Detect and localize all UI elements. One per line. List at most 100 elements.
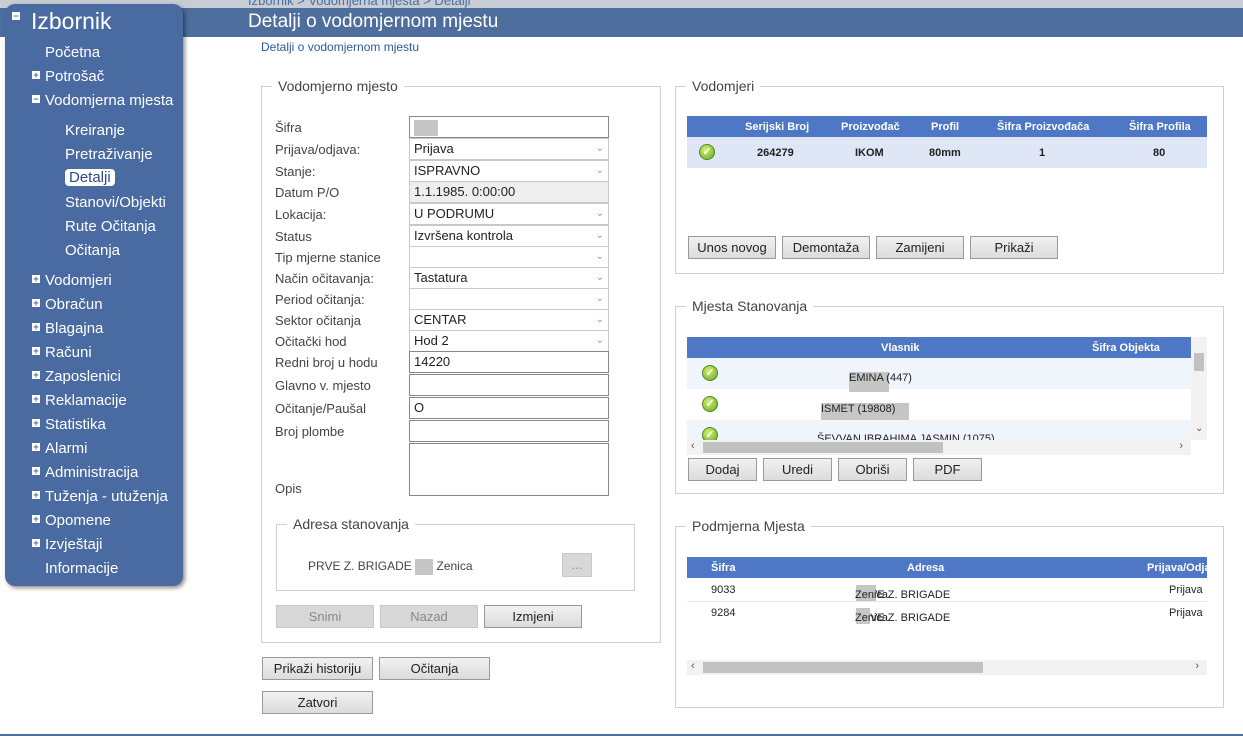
vertical-scrollbar[interactable]: ⌄ (1191, 337, 1207, 440)
pdf-button[interactable]: PDF (913, 458, 982, 481)
sidebar-item-kreiranje[interactable]: Kreiranje (65, 122, 125, 139)
form-field-13[interactable]: O (409, 397, 609, 419)
expand-icon[interactable]: + (32, 395, 40, 404)
field-value: O (414, 400, 425, 415)
form-label-4: Lokacija: (275, 207, 327, 222)
form-select-5[interactable]: Izvršena kontrola ⌄ (409, 225, 609, 247)
podmjerno-row[interactable]: 9033 PRVE Z. BRIGADE Zenica Prijava (687, 579, 1207, 602)
scroll-left-icon[interactable]: ‹ (691, 440, 695, 452)
nazad-button[interactable]: Nazad (380, 605, 478, 628)
sidebar-item-stanovi-objekti[interactable]: Stanovi/Objekti (65, 194, 166, 211)
stanovanja-grid: Vlasnik Šifra Objekta ✓ EMINA (447) ✓ ISME… (687, 337, 1207, 455)
sidebar-item-pretrazivanje[interactable]: Pretraživanje (65, 146, 153, 163)
form-field-12[interactable] (409, 374, 609, 396)
podmjerno-row[interactable]: 9284 PRVE Z. BRIGADE Zenica Prijava (687, 602, 1207, 625)
demontaza-button[interactable]: Demontaža (782, 236, 870, 259)
scroll-left-icon[interactable]: ‹ (691, 660, 695, 672)
izmjeni-button[interactable]: Izmjeni (484, 605, 582, 628)
sidebar-item-16[interactable]: Alarmi (45, 440, 88, 457)
stanovanje-row[interactable]: ✓ EMINA (447) (687, 358, 1191, 392)
form-select-2[interactable]: ISPRAVNO ⌄ (409, 160, 609, 182)
zatvori-button[interactable]: Zatvori (262, 691, 373, 714)
expand-icon[interactable]: + (32, 323, 40, 332)
uredi-button[interactable]: Uredi (763, 458, 832, 481)
scroll-right-icon[interactable]: › (1179, 440, 1183, 452)
sidebar-item-potrosac[interactable]: Potrošač (45, 68, 104, 85)
opis-textarea[interactable] (409, 443, 609, 496)
stanovanja-header: Vlasnik Šifra Objekta (687, 337, 1191, 358)
sidebar-item-ocitanja[interactable]: Očitanja (65, 242, 120, 259)
sidebar-item-18[interactable]: Tuženja - utuženja (45, 488, 168, 505)
sidebar-item-13[interactable]: Zaposlenici (45, 368, 121, 385)
sub-breadcrumb[interactable]: Detalji o vodomjernom mjestu (261, 40, 419, 54)
sidebar-item-vodomjerna-mjesta[interactable]: Vodomjerna mjesta (45, 92, 173, 109)
field-value: Tastatura (414, 270, 468, 285)
obrisi-button[interactable]: Obriši (838, 458, 907, 481)
cell-status: Prijava (1169, 584, 1203, 596)
collapse-icon[interactable]: − (32, 95, 40, 104)
prikazi-historiju-button[interactable]: Prikaži historiju (262, 657, 373, 680)
sidebar-item-11[interactable]: Blagajna (45, 320, 103, 337)
chevron-down-icon: ⌄ (595, 335, 604, 346)
form-field-0[interactable] (409, 116, 609, 138)
form-select-6[interactable]: ⌄ (409, 246, 609, 268)
stanovanja-legend: Mjesta Stanovanja (692, 298, 808, 314)
scroll-thumb[interactable] (703, 442, 943, 453)
vodomjer-row[interactable]: ✓ 264279 IKOM 80mm 1 80 (687, 137, 1207, 168)
expand-icon[interactable]: + (32, 467, 40, 476)
expand-icon[interactable]: + (32, 443, 40, 452)
expand-icon[interactable]: + (32, 491, 40, 500)
expand-icon[interactable]: + (32, 371, 40, 380)
zamijeni-button[interactable]: Zamijeni (876, 236, 964, 259)
form-select-1[interactable]: Prijava ⌄ (409, 138, 609, 160)
expand-icon[interactable]: + (32, 275, 40, 284)
top-breadcrumb: Izbornik > Vodomjerna mjesta > Detalji (248, 0, 471, 8)
sidebar-item-20[interactable]: Izvještaji (45, 536, 103, 553)
expand-icon[interactable]: + (32, 347, 40, 356)
sidebar-item-14[interactable]: Reklamacije (45, 392, 127, 409)
expand-icon[interactable]: + (32, 515, 40, 524)
sidebar-item-pocetna[interactable]: Početna (45, 44, 100, 61)
dodaj-button[interactable]: Dodaj (688, 458, 757, 481)
snimi-button[interactable]: Snimi (276, 605, 374, 628)
scroll-down-icon[interactable]: ⌄ (1195, 423, 1203, 434)
sidebar-item-detalji[interactable]: Detalji (65, 169, 115, 186)
sidebar-item-9[interactable]: Vodomjeri (45, 272, 112, 289)
field-value: 1.1.1985. 0:00:00 (414, 184, 516, 199)
stanovanje-row[interactable]: ✓ ISMET (19808) (687, 389, 1191, 423)
form-field-11[interactable]: 14220 (409, 351, 609, 373)
sidebar-item-rute-ocitanja[interactable]: Rute Očitanja (65, 218, 156, 235)
cell-profil: 80mm (929, 147, 961, 159)
expand-icon[interactable]: + (32, 419, 40, 428)
expand-icon[interactable]: + (32, 71, 40, 80)
horizontal-scrollbar[interactable]: ‹ › (687, 660, 1207, 675)
form-select-9[interactable]: CENTAR ⌄ (409, 309, 609, 331)
address-street: PRVE Z. BRIGADE (308, 559, 412, 574)
scroll-right-icon[interactable]: › (1195, 660, 1199, 672)
chevron-down-icon: ⌄ (595, 314, 604, 325)
collapse-icon[interactable]: − (12, 12, 20, 21)
sidebar-item-12[interactable]: Računi (45, 344, 92, 361)
sidebar-item-21[interactable]: Informacije (45, 560, 118, 577)
address-browse-button[interactable]: ... (562, 553, 592, 577)
scroll-thumb[interactable] (1194, 353, 1204, 371)
sidebar-title: Izbornik (31, 8, 112, 34)
sidebar-item-19[interactable]: Opomene (45, 512, 111, 529)
sidebar-item-15[interactable]: Statistika (45, 416, 106, 433)
horizontal-scrollbar[interactable]: ‹ › (687, 440, 1191, 455)
field-value: Prijava (414, 141, 454, 156)
form-select-7[interactable]: Tastatura ⌄ (409, 267, 609, 289)
unos-novog-button[interactable]: Unos novog (688, 236, 776, 259)
form-select-8[interactable]: ⌄ (409, 288, 609, 310)
ocitanja-button[interactable]: Očitanja (379, 657, 490, 680)
form-field-14[interactable] (409, 420, 609, 442)
form-select-10[interactable]: Hod 2 ⌄ (409, 330, 609, 352)
form-select-4[interactable]: U PODRUMU ⌄ (409, 203, 609, 225)
prikazi-button[interactable]: Prikaži (970, 236, 1058, 259)
sidebar-item-17[interactable]: Administracija (45, 464, 138, 481)
expand-icon[interactable]: + (32, 539, 40, 548)
sidebar-item-10[interactable]: Obračun (45, 296, 103, 313)
scroll-thumb[interactable] (703, 662, 983, 673)
expand-icon[interactable]: + (32, 299, 40, 308)
form-label-9: Sektor očitanja (275, 313, 361, 328)
